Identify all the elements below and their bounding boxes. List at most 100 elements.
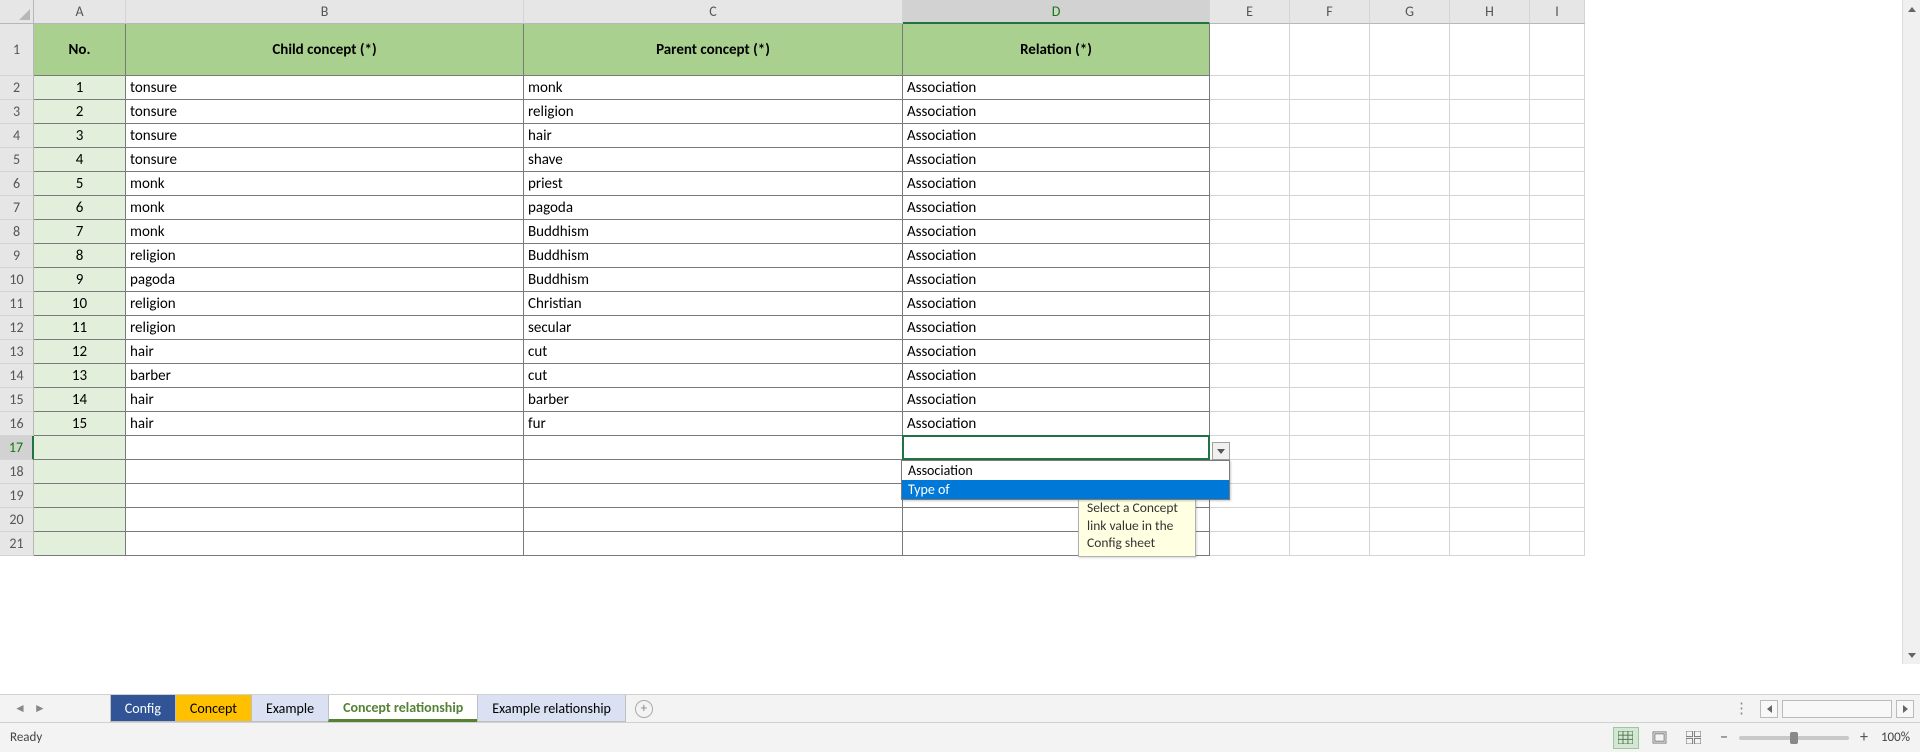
empty-cell-r17-c6[interactable] bbox=[1370, 460, 1450, 484]
dropdown-option-1[interactable]: Type of bbox=[902, 480, 1229, 499]
row-header-13[interactable]: 13 bbox=[0, 340, 34, 364]
data-cell-r7-c0[interactable]: 7 bbox=[34, 220, 126, 244]
select-all-corner[interactable] bbox=[0, 0, 34, 24]
header-cell-1[interactable]: Child concept (*) bbox=[126, 24, 524, 76]
data-cell-r1-c8[interactable] bbox=[1530, 76, 1585, 100]
data-cell-r8-c5[interactable] bbox=[1290, 244, 1370, 268]
data-cell-r8-c1[interactable]: religion bbox=[126, 244, 524, 268]
data-cell-r3-c0[interactable]: 3 bbox=[34, 124, 126, 148]
data-cell-r4-c4[interactable] bbox=[1210, 148, 1290, 172]
cell[interactable] bbox=[1210, 24, 1290, 76]
tab-concept[interactable]: Concept bbox=[175, 695, 252, 722]
data-cell-r13-c4[interactable] bbox=[1210, 364, 1290, 388]
row-header-11[interactable]: 11 bbox=[0, 292, 34, 316]
data-cell-r10-c7[interactable] bbox=[1450, 292, 1530, 316]
data-cell-r6-c0[interactable]: 6 bbox=[34, 196, 126, 220]
data-cell-r9-c4[interactable] bbox=[1210, 268, 1290, 292]
row-header-12[interactable]: 12 bbox=[0, 316, 34, 340]
data-cell-r8-c0[interactable]: 8 bbox=[34, 244, 126, 268]
empty-cell-r17-c8[interactable] bbox=[1530, 460, 1585, 484]
tab-concept-relationship[interactable]: Concept relationship bbox=[328, 695, 478, 722]
data-cell-r13-c7[interactable] bbox=[1450, 364, 1530, 388]
empty-cell-r20-c4[interactable] bbox=[1210, 532, 1290, 556]
data-cell-r5-c1[interactable]: monk bbox=[126, 172, 524, 196]
data-cell-r11-c7[interactable] bbox=[1450, 316, 1530, 340]
empty-cell-r18-c2[interactable] bbox=[524, 484, 903, 508]
cell[interactable] bbox=[1450, 24, 1530, 76]
data-cell-r11-c8[interactable] bbox=[1530, 316, 1585, 340]
data-cell-r1-c4[interactable] bbox=[1210, 76, 1290, 100]
row-header-8[interactable]: 8 bbox=[0, 220, 34, 244]
empty-cell-r19-c7[interactable] bbox=[1450, 508, 1530, 532]
data-cell-r10-c4[interactable] bbox=[1210, 292, 1290, 316]
row-header-21[interactable]: 21 bbox=[0, 532, 34, 556]
header-cell-3[interactable]: Relation (*) bbox=[903, 24, 1210, 76]
cell[interactable] bbox=[1370, 24, 1450, 76]
column-header-A[interactable]: A bbox=[34, 0, 126, 24]
data-cell-r7-c7[interactable] bbox=[1450, 220, 1530, 244]
data-cell-r14-c0[interactable]: 14 bbox=[34, 388, 126, 412]
data-cell-r1-c2[interactable]: monk bbox=[524, 76, 903, 100]
data-cell-r5-c3[interactable]: Association bbox=[903, 172, 1210, 196]
empty-cell-r20-c0[interactable] bbox=[34, 532, 126, 556]
data-cell-r4-c8[interactable] bbox=[1530, 148, 1585, 172]
row-header-6[interactable]: 6 bbox=[0, 172, 34, 196]
data-cell-r11-c5[interactable] bbox=[1290, 316, 1370, 340]
empty-cell-r17-c1[interactable] bbox=[126, 460, 524, 484]
data-cell-r5-c7[interactable] bbox=[1450, 172, 1530, 196]
data-cell-r15-c3[interactable]: Association bbox=[903, 412, 1210, 436]
empty-cell-r19-c4[interactable] bbox=[1210, 508, 1290, 532]
empty-cell-r19-c0[interactable] bbox=[34, 508, 126, 532]
empty-cell-r16-c8[interactable] bbox=[1530, 436, 1585, 460]
header-cell-2[interactable]: Parent concept (*) bbox=[524, 24, 903, 76]
empty-cell-r17-c5[interactable] bbox=[1290, 460, 1370, 484]
data-cell-r2-c0[interactable]: 2 bbox=[34, 100, 126, 124]
data-cell-r4-c6[interactable] bbox=[1370, 148, 1450, 172]
hscroll-right-button[interactable] bbox=[1896, 700, 1914, 718]
empty-cell-r20-c7[interactable] bbox=[1450, 532, 1530, 556]
data-cell-r2-c1[interactable]: tonsure bbox=[126, 100, 524, 124]
data-cell-r6-c8[interactable] bbox=[1530, 196, 1585, 220]
data-cell-r8-c2[interactable]: Buddhism bbox=[524, 244, 903, 268]
data-cell-r12-c8[interactable] bbox=[1530, 340, 1585, 364]
data-cell-r13-c1[interactable]: barber bbox=[126, 364, 524, 388]
row-header-4[interactable]: 4 bbox=[0, 124, 34, 148]
row-header-16[interactable]: 16 bbox=[0, 412, 34, 436]
row-header-18[interactable]: 18 bbox=[0, 460, 34, 484]
data-cell-r2-c2[interactable]: religion bbox=[524, 100, 903, 124]
empty-cell-r18-c5[interactable] bbox=[1290, 484, 1370, 508]
hscroll-track[interactable] bbox=[1782, 700, 1892, 718]
column-header-C[interactable]: C bbox=[524, 0, 903, 24]
column-header-D[interactable]: D bbox=[903, 0, 1210, 24]
empty-cell-r16-c1[interactable] bbox=[126, 436, 524, 460]
row-header-10[interactable]: 10 bbox=[0, 268, 34, 292]
data-cell-r3-c6[interactable] bbox=[1370, 124, 1450, 148]
row-header-9[interactable]: 9 bbox=[0, 244, 34, 268]
validation-dropdown-button[interactable] bbox=[1212, 442, 1230, 460]
data-cell-r11-c3[interactable]: Association bbox=[903, 316, 1210, 340]
empty-cell-r18-c0[interactable] bbox=[34, 484, 126, 508]
data-cell-r12-c0[interactable]: 12 bbox=[34, 340, 126, 364]
column-header-B[interactable]: B bbox=[126, 0, 524, 24]
data-cell-r9-c2[interactable]: Buddhism bbox=[524, 268, 903, 292]
data-cell-r11-c2[interactable]: secular bbox=[524, 316, 903, 340]
data-cell-r9-c0[interactable]: 9 bbox=[34, 268, 126, 292]
empty-cell-r20-c5[interactable] bbox=[1290, 532, 1370, 556]
zoom-in-button[interactable]: + bbox=[1855, 729, 1873, 747]
data-cell-r5-c8[interactable] bbox=[1530, 172, 1585, 196]
data-cell-r13-c2[interactable]: cut bbox=[524, 364, 903, 388]
data-cell-r13-c0[interactable]: 13 bbox=[34, 364, 126, 388]
column-header-F[interactable]: F bbox=[1290, 0, 1370, 24]
data-cell-r8-c4[interactable] bbox=[1210, 244, 1290, 268]
data-cell-r13-c6[interactable] bbox=[1370, 364, 1450, 388]
tab-example-relationship[interactable]: Example relationship bbox=[477, 695, 626, 722]
data-cell-r3-c4[interactable] bbox=[1210, 124, 1290, 148]
column-header-H[interactable]: H bbox=[1450, 0, 1530, 24]
data-cell-r2-c5[interactable] bbox=[1290, 100, 1370, 124]
empty-cell-r16-c0[interactable] bbox=[34, 436, 126, 460]
tab-config[interactable]: Config bbox=[110, 695, 176, 722]
data-cell-r11-c1[interactable]: religion bbox=[126, 316, 524, 340]
zoom-percent-label[interactable]: 100% bbox=[1881, 730, 1910, 745]
empty-cell-r17-c2[interactable] bbox=[524, 460, 903, 484]
data-cell-r5-c6[interactable] bbox=[1370, 172, 1450, 196]
